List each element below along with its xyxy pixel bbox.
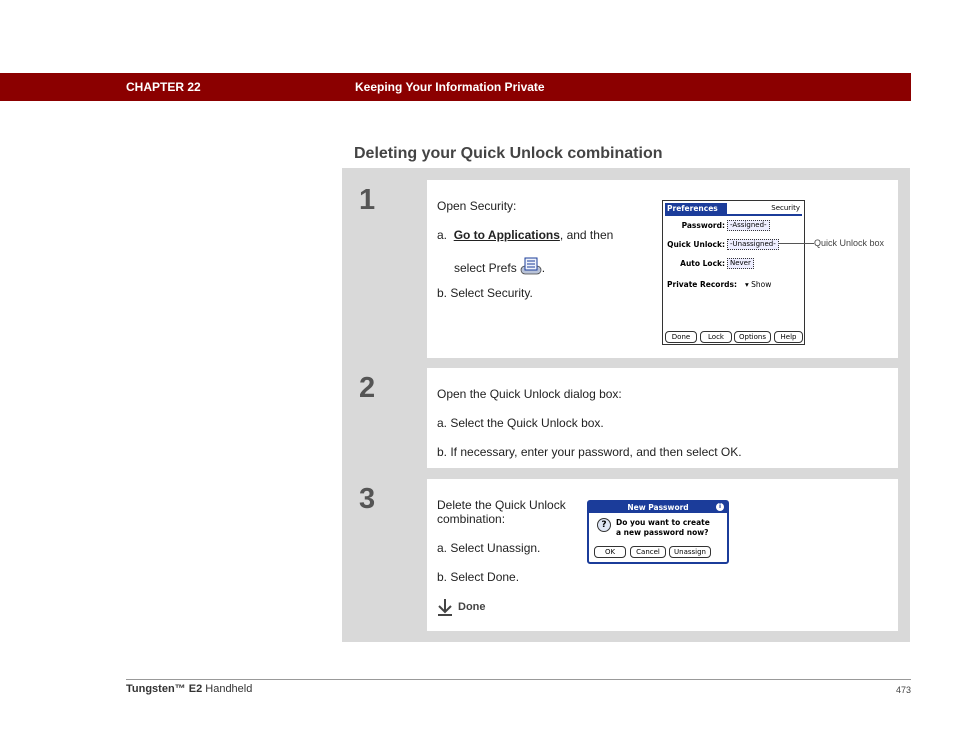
step-substep-b: b. If necessary, enter your password, an… (437, 445, 742, 459)
palm-dialog-title: New Password (589, 502, 727, 513)
palm-quick-unlock-label: Quick Unlock: (667, 240, 725, 249)
step-substep-a-cont: select Prefs . (454, 257, 545, 275)
palm-options-button: Options (734, 331, 771, 343)
substep-marker: a. (437, 228, 448, 242)
step-number-column: 1 (353, 180, 427, 358)
step-intro-line1: Delete the Quick Unlock (437, 498, 566, 512)
palm-tab-preferences: Preferences (665, 203, 727, 214)
page-number: 473 (895, 685, 911, 695)
done-arrow-icon (438, 599, 452, 616)
quick-unlock-callout: Quick Unlock box (814, 238, 885, 248)
palm-password-label: Password: (681, 221, 725, 230)
footer-rule (126, 679, 911, 680)
substep-text: select Prefs (454, 261, 517, 275)
dropdown-triangle-icon: ▾ (745, 280, 749, 289)
chapter-label: CHAPTER 22 (126, 80, 201, 94)
palm-ok-button: OK (594, 546, 626, 558)
palm-password-value: -Assigned- (727, 220, 770, 231)
question-icon: ? (597, 518, 611, 532)
palm-done-button: Done (665, 331, 697, 343)
step-intro-line2: combination: (437, 512, 506, 526)
chapter-header-bar: CHAPTER 22 Keeping Your Information Priv… (0, 73, 911, 101)
footer-product-suffix: Handheld (202, 683, 253, 695)
step-2: 2 Open the Quick Unlock dialog box: a. S… (353, 368, 898, 468)
step-number: 3 (359, 483, 376, 515)
palm-security-screenshot: Preferences Security Password: -Assigned… (662, 200, 805, 345)
step-intro: Open Security: (437, 199, 517, 213)
step-1: 1 Open Security: a. Go to Applications, … (353, 180, 898, 358)
chapter-title: Keeping Your Information Private (355, 80, 545, 94)
palm-tab-bar: Preferences Security (665, 203, 802, 216)
prefs-app-icon (520, 257, 542, 275)
step-body: Open Security: a. Go to Applications, an… (437, 180, 898, 358)
palm-unassign-button: Unassign (669, 546, 711, 558)
palm-help-button: Help (774, 331, 803, 343)
palm-dialog-message-line1: Do you want to create (616, 518, 710, 527)
palm-quick-unlock-value: -Unassigned- (727, 239, 779, 250)
step-number: 2 (359, 372, 376, 404)
step-intro: Open the Quick Unlock dialog box: (437, 387, 622, 401)
palm-private-records-value: ▾ Show (745, 280, 771, 289)
step-body: Delete the Quick Unlock combination: a. … (437, 479, 898, 631)
palm-lock-button: Lock (700, 331, 732, 343)
section-title: Deleting your Quick Unlock combination (354, 145, 663, 162)
step-number: 1 (359, 184, 376, 216)
step-substep-a: a. Select the Quick Unlock box. (437, 416, 604, 430)
step-body: Open the Quick Unlock dialog box: a. Sel… (437, 368, 898, 468)
step-number-column: 3 (353, 479, 427, 631)
palm-private-records-label: Private Records: (667, 280, 737, 289)
step-substep-b: b. Select Done. (437, 570, 520, 584)
palm-new-password-dialog: New Password i ? Do you want to create a… (587, 500, 729, 564)
palm-auto-lock-value: Never (727, 258, 754, 269)
palm-auto-lock-label: Auto Lock: (680, 259, 725, 268)
step-number-column: 2 (353, 368, 427, 468)
palm-dialog-message: Do you want to create a new password now… (616, 518, 710, 538)
substep-text: . (541, 261, 546, 275)
footer-brand: Tungsten™ E2 (126, 683, 203, 695)
substep-text: , and then (559, 228, 614, 242)
palm-dialog-message-line2: a new password now? (616, 528, 709, 537)
palm-cancel-button: Cancel (630, 546, 666, 558)
step-substep-a: a. Go to Applications, and then (437, 228, 613, 242)
done-label: Done (458, 601, 486, 613)
step-substep-a: a. Select Unassign. (437, 541, 541, 555)
go-to-applications-link[interactable]: Go to Applications (454, 228, 560, 242)
info-icon: i (716, 503, 724, 511)
palm-private-records-text: Show (751, 280, 772, 289)
callout-leader-line (778, 243, 814, 244)
step-substep-b: b. Select Security. (437, 286, 533, 300)
step-3: 3 Delete the Quick Unlock combination: a… (353, 479, 898, 631)
footer-product-name: Tungsten™ E2 Handheld (126, 683, 252, 695)
palm-tab-security: Security (771, 204, 800, 212)
